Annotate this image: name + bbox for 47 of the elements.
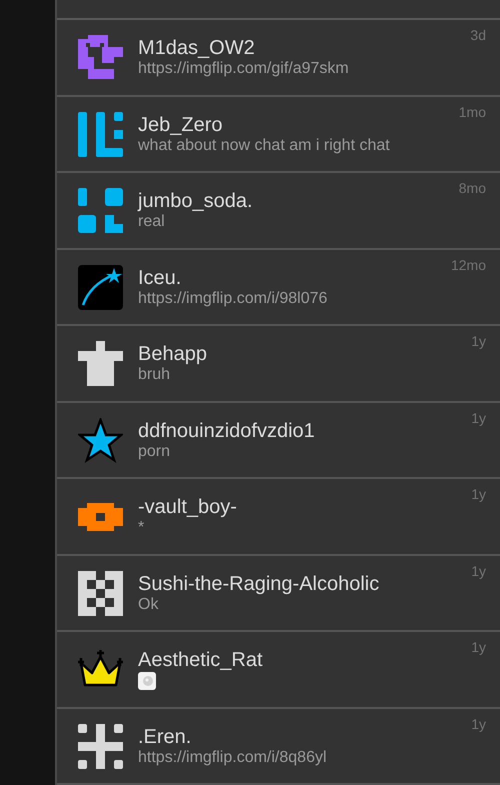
timestamp: 3d [470, 27, 486, 43]
conversation-item[interactable]: ddfnouinzidofvzdio1 porn 1y [57, 402, 500, 479]
timestamp: 1y [471, 410, 486, 426]
message-preview: * [138, 518, 146, 537]
shirt-icon [78, 341, 123, 386]
image-thumbnail-icon [138, 672, 156, 690]
user-name: Behapp [138, 343, 208, 365]
message-preview: porn [138, 442, 172, 460]
message-preview: Ok [138, 594, 160, 614]
conversation-item[interactable]: Aesthetic_Rat 1y [57, 632, 500, 708]
conversation-item[interactable]: Sushi-the-Raging-Alcoholic Ok 1y [57, 556, 500, 632]
user-name: Sushi-the-Raging-Alcoholic [138, 572, 380, 594]
user-name: jumbo_soda. [138, 190, 254, 212]
message-preview: https://imgflip.com/i/8q86yl [138, 748, 328, 766]
message-preview: https://imgflip.com/gif/a97skm [138, 59, 350, 78]
timestamp: 1y [471, 716, 486, 732]
user-name: M1das_OW2 [138, 37, 256, 59]
conversation-item[interactable]: Jeb_Zero what about now chat am i right chat 1mo [57, 96, 500, 173]
timestamp: 1y [471, 562, 486, 578]
pixel-face-icon [78, 35, 123, 80]
timestamp: 1y [471, 486, 486, 502]
conversation-item[interactable]: -vault_boy- * 1y [57, 479, 500, 556]
user-name: Aesthetic_Rat [138, 649, 264, 671]
timestamp: 12mo [450, 256, 486, 272]
user-name: Iceu. [138, 266, 182, 288]
block-pattern-icon [78, 112, 123, 156]
message-preview: bruh [138, 365, 172, 384]
block-pattern-icon [78, 188, 123, 233]
conversation-item[interactable]: Behapp bruh 1y [57, 326, 500, 402]
timestamp: 1mo [458, 104, 486, 120]
timestamp: 1y [471, 639, 486, 655]
checker-pattern-icon [78, 570, 123, 616]
conversation-item[interactable]: Iceu. https://imgflip.com/i/98l076 12mo [57, 250, 500, 326]
user-name: -vault_boy- [138, 496, 238, 518]
user-name: Jeb_Zero [138, 114, 224, 136]
timestamp: 1y [471, 333, 486, 349]
conversation-item[interactable]: jumbo_soda. real 8mo [57, 173, 500, 250]
user-name: .Eren. [138, 726, 192, 748]
message-preview: what about now chat am i right chat [138, 136, 391, 154]
conversation-item[interactable]: M1das_OW2 https://imgflip.com/gif/a97skm 3d [57, 20, 500, 96]
timestamp: 8mo [458, 180, 486, 196]
conversation-item[interactable]: .Eren. https://imgflip.com/i/8q86yl 1y [57, 708, 500, 785]
message-preview: real [138, 212, 166, 231]
user-name: ddfnouinzidofvzdio1 [138, 420, 316, 442]
star-icon [78, 418, 123, 462]
message-preview: https://imgflip.com/i/98l076 [138, 288, 328, 308]
hash-pattern-icon [78, 724, 123, 768]
